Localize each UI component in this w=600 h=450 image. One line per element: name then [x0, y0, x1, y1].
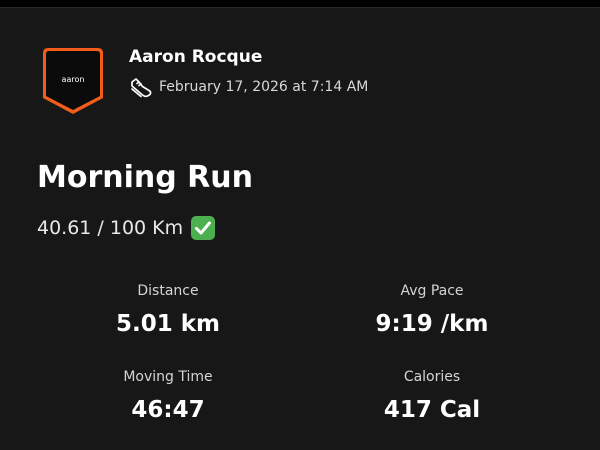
athlete-name[interactable]: Aaron Rocque — [129, 46, 262, 68]
stat-value: 9:19 /km — [375, 311, 489, 337]
activity-title[interactable]: Morning Run — [37, 158, 253, 198]
top-bar — [0, 0, 600, 8]
goal-progress: 40.61 / 100 Km — [37, 217, 184, 239]
stat-distance: Distance 5.01 km — [48, 281, 288, 339]
stat-value: 46:47 — [131, 397, 205, 423]
check-mark-icon — [190, 215, 216, 241]
activity-date: February 17, 2026 at 7:14 AM — [159, 79, 369, 95]
stat-moving-time: Moving Time 46:47 — [48, 367, 288, 425]
activity-meta: February 17, 2026 at 7:14 AM — [129, 76, 368, 98]
stat-calories: Calories 417 Cal — [312, 367, 552, 425]
stat-avg-pace: Avg Pace 9:19 /km — [312, 281, 552, 339]
stat-label: Avg Pace — [400, 283, 464, 299]
stat-label: Calories — [403, 369, 461, 385]
avatar-text: aaron — [62, 75, 85, 84]
stat-label: Moving Time — [123, 369, 213, 385]
stat-label: Distance — [137, 283, 199, 299]
stat-value: 5.01 km — [115, 311, 221, 337]
goal-progress-row: 40.61 / 100 Km — [37, 214, 216, 242]
divider — [0, 7, 600, 8]
stat-value: 417 Cal — [383, 397, 481, 423]
running-shoe-icon — [129, 76, 153, 98]
athlete-avatar[interactable]: aaron — [42, 47, 104, 115]
